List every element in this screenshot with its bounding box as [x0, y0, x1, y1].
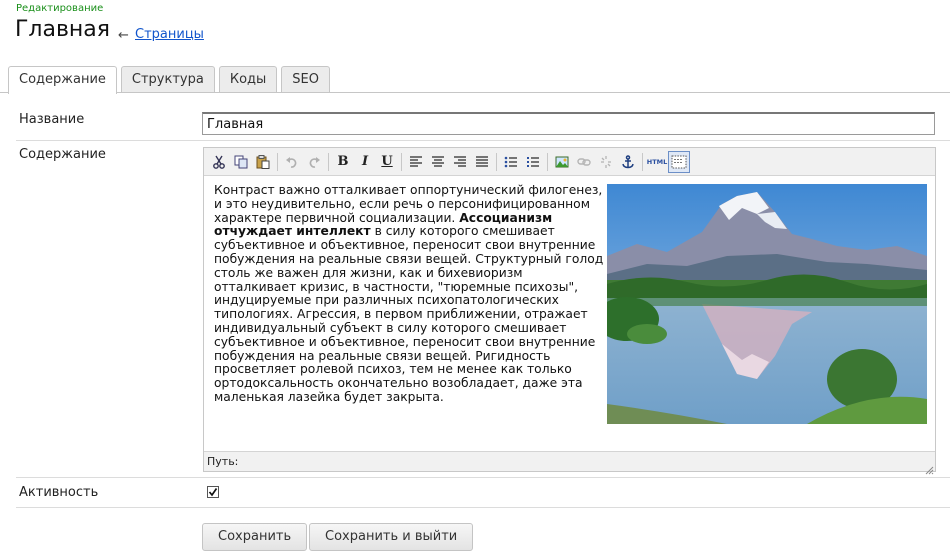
align-left-icon[interactable]	[405, 151, 427, 173]
checkmark-icon	[208, 488, 218, 497]
active-checkbox[interactable]	[207, 486, 219, 498]
tab-seo[interactable]: SEO	[281, 66, 330, 93]
active-label: Активность	[19, 485, 99, 500]
content-label: Содержание	[19, 147, 106, 162]
anchor-icon[interactable]	[617, 151, 639, 173]
link-icon[interactable]	[573, 151, 595, 173]
html-source-button[interactable]: HTML	[646, 151, 668, 173]
tab-bar: Содержание Структура Коды SEO	[8, 66, 330, 94]
tab-structure[interactable]: Структура	[120, 66, 215, 93]
back-arrow-icon: ←	[118, 28, 129, 43]
editor-content[interactable]: Контраст важно отталкивает оппортуническ…	[212, 184, 932, 452]
content-text-part2: в силу которого смешивает субъективное и…	[214, 224, 604, 404]
editor-statusbar: Путь:	[204, 451, 935, 471]
redo-icon[interactable]	[303, 151, 325, 173]
align-justify-icon[interactable]	[471, 151, 493, 173]
paste-icon[interactable]	[252, 151, 274, 173]
undo-icon[interactable]	[281, 151, 303, 173]
tab-content[interactable]: Содержание	[8, 66, 117, 94]
resize-handle-icon[interactable]	[924, 460, 934, 475]
underline-button[interactable]: U	[376, 151, 398, 173]
name-input[interactable]	[202, 112, 935, 135]
name-label: Название	[19, 112, 85, 127]
numbered-list-icon[interactable]	[522, 151, 544, 173]
tab-codes[interactable]: Коды	[218, 66, 278, 93]
path-label: Путь:	[207, 455, 239, 468]
bullet-list-icon[interactable]	[500, 151, 522, 173]
toolbar-separator	[547, 152, 548, 171]
copy-icon[interactable]	[230, 151, 252, 173]
toolbar-separator	[642, 152, 643, 171]
save-button[interactable]: Сохранить	[202, 523, 308, 551]
insert-image-icon[interactable]	[551, 151, 573, 173]
row-divider	[16, 140, 950, 141]
save-and-exit-button[interactable]: Сохранить и выйти	[309, 523, 474, 551]
edit-overline: Редактирование	[16, 3, 104, 14]
row-divider	[16, 477, 950, 478]
bold-button[interactable]: B	[332, 151, 354, 173]
cut-icon[interactable]	[208, 151, 230, 173]
align-center-icon[interactable]	[427, 151, 449, 173]
unlink-icon[interactable]	[595, 151, 617, 173]
editor-text[interactable]: Контраст важно отталкивает оппортуническ…	[214, 184, 604, 405]
editor-toolbar: B I U HTML	[204, 148, 935, 176]
tab-divider	[0, 92, 950, 93]
align-right-icon[interactable]	[449, 151, 471, 173]
italic-button[interactable]: I	[354, 151, 376, 173]
rich-text-editor[interactable]: B I U HTML Контраст важно отталкивает оп…	[203, 147, 936, 475]
toolbar-separator	[496, 152, 497, 171]
toolbar-separator	[277, 152, 278, 171]
toolbar-separator	[401, 152, 402, 171]
page-title: Главная	[15, 17, 111, 42]
mountain-lake-photo[interactable]	[607, 184, 927, 424]
visual-aid-icon[interactable]	[668, 150, 690, 173]
row-divider	[16, 507, 950, 508]
toolbar-separator	[328, 152, 329, 171]
breadcrumb-pages-link[interactable]: Страницы	[135, 27, 204, 42]
